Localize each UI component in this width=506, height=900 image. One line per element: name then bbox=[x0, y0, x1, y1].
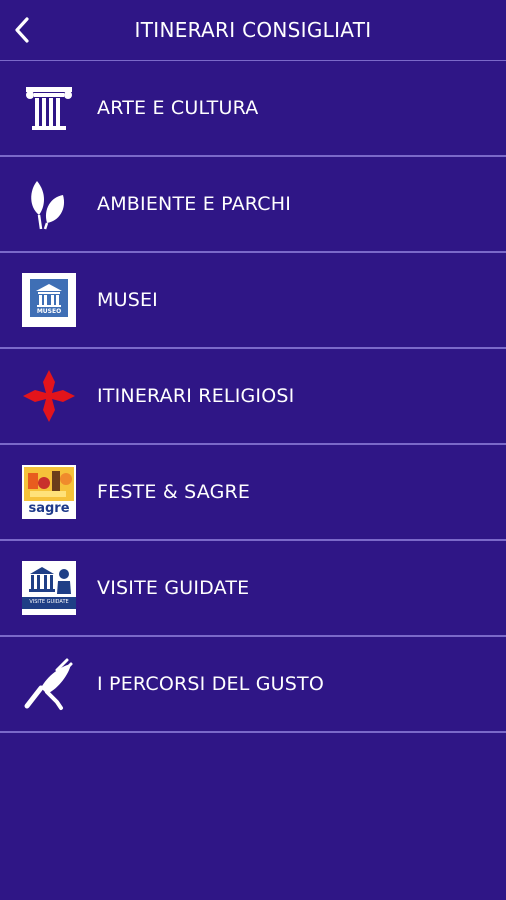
menu-item-percorsi-gusto[interactable]: I PERCORSI DEL GUSTO bbox=[0, 637, 506, 733]
menu-item-label: MUSEI bbox=[97, 289, 158, 311]
menu-item-itinerari-religiosi[interactable]: ITINERARI RELIGIOSI bbox=[0, 349, 506, 445]
menu-item-label: FESTE & SAGRE bbox=[97, 481, 251, 503]
museum-icon: MUSEO bbox=[21, 272, 77, 328]
leaves-icon bbox=[21, 176, 77, 232]
menu-item-label: I PERCORSI DEL GUSTO bbox=[97, 673, 324, 695]
guided-visits-icon: VISITE GUIDATE bbox=[21, 560, 77, 616]
sagre-caption: sagre bbox=[28, 501, 70, 516]
sagre-icon: sagre bbox=[21, 464, 77, 520]
chevron-left-icon bbox=[15, 17, 29, 43]
menu-item-feste-sagre[interactable]: sagre FESTE & SAGRE bbox=[0, 445, 506, 541]
visite-caption: VISITE GUIDATE bbox=[29, 599, 69, 605]
food-icon bbox=[21, 656, 77, 712]
itinerary-menu: ARTE E CULTURA AMBIENTE E PARCHI MUSEO M… bbox=[0, 61, 506, 733]
museo-caption: MUSEO bbox=[36, 308, 62, 315]
menu-item-ambiente-parchi[interactable]: AMBIENTE E PARCHI bbox=[0, 157, 506, 253]
app-header: ITINERARI CONSIGLIATI bbox=[0, 0, 506, 61]
red-cross-icon bbox=[21, 368, 77, 424]
menu-item-label: ARTE E CULTURA bbox=[97, 97, 259, 119]
column-icon bbox=[21, 80, 77, 136]
menu-item-label: VISITE GUIDATE bbox=[97, 577, 250, 599]
menu-item-musei[interactable]: MUSEO MUSEI bbox=[0, 253, 506, 349]
back-button[interactable] bbox=[8, 14, 36, 46]
page-title: ITINERARI CONSIGLIATI bbox=[134, 18, 372, 42]
menu-item-label: AMBIENTE E PARCHI bbox=[97, 193, 291, 215]
menu-item-label: ITINERARI RELIGIOSI bbox=[97, 385, 295, 407]
menu-item-visite-guidate[interactable]: VISITE GUIDATE VISITE GUIDATE bbox=[0, 541, 506, 637]
menu-item-arte-cultura[interactable]: ARTE E CULTURA bbox=[0, 61, 506, 157]
